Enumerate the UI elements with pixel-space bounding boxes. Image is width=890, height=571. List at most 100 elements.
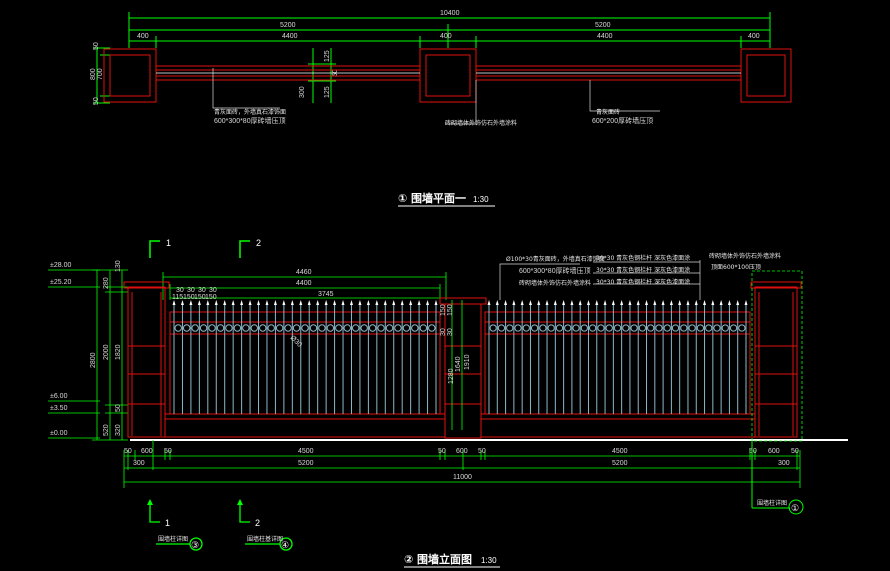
elev-dim-2800: 2800	[90, 352, 97, 368]
fence-right-spear-tip	[645, 300, 649, 305]
fence-left-spear-tip	[333, 300, 337, 305]
fence-left-spear-tip	[349, 300, 353, 305]
elev-dim-520: 520	[103, 424, 110, 436]
fence-right-spear-tip	[669, 300, 673, 305]
fence-right-spear-tip	[528, 300, 532, 305]
bdim-4500b: 4500	[612, 448, 628, 455]
plan-dim-pier-mid: 400	[440, 33, 452, 40]
elev-note-a2: 600*300*80厚砖墙压顶	[519, 266, 591, 275]
plan-note-3: 青灰面砖	[596, 108, 620, 116]
plan-title: 围墙平面一	[411, 191, 466, 205]
bdim-600a: 600	[141, 448, 153, 455]
section-marker-1	[149, 240, 160, 258]
plan-dim-125-bottom: 125	[324, 86, 331, 98]
fence-left-ring	[242, 324, 250, 332]
fence-right-ring	[647, 324, 655, 332]
fence-right-spear-tip	[578, 300, 582, 305]
fence-left-ring	[335, 324, 343, 332]
right-mark-label: 围墙柱详图	[757, 499, 787, 507]
level-25: ±25.20	[50, 279, 71, 286]
fence-right-ring	[738, 324, 746, 332]
elev-dim-130: 130	[115, 260, 122, 272]
fence-right-spear-tip	[586, 300, 590, 305]
elev-note-a3: 砖砌墙体外饰仿石外墙涂料	[519, 279, 591, 287]
fence-right-spear-tip	[653, 300, 657, 305]
elev-note-b3: 30*30 青灰色钢栏杆 深灰色漆面涂	[596, 278, 690, 286]
bottom-mark-2-label: 围墙柱基详图	[247, 535, 283, 543]
fence-right-spear-tip	[661, 300, 665, 305]
fence-left-spear-tip	[231, 300, 235, 305]
fence-right-ring	[680, 324, 688, 332]
fence-right-ring	[597, 324, 605, 332]
level-0: ±0.00	[50, 430, 68, 437]
fence-left-ring	[377, 324, 385, 332]
fence-left-ring	[394, 324, 402, 332]
bdim-50b: 50	[164, 448, 172, 455]
elev-dim-30d: 30	[209, 287, 217, 294]
fence-right-spear-tip	[620, 300, 624, 305]
elev-dim-3745: 3745	[318, 291, 334, 298]
fence-right-ring	[580, 324, 588, 332]
plan-dim-depth-total: 800	[90, 68, 97, 80]
fence-left-spear-tip	[400, 300, 404, 305]
bdim-50f: 50	[791, 448, 799, 455]
elev-dim-115: 115	[172, 294, 183, 301]
fence-right-ring	[489, 324, 497, 332]
elev-dim-30c: 30	[198, 287, 206, 294]
fence-left-ring	[208, 324, 216, 332]
section-mark-1-label: 1	[166, 238, 171, 248]
fence-left-spear-tip	[307, 300, 311, 305]
fence-left-spear-tip	[392, 300, 396, 305]
bottom-mark-2-ref: ④	[281, 540, 289, 550]
fence-right-ring	[555, 324, 564, 332]
elev-note-b2: 30*30 青灰色钢栏杆 深灰色漆面涂	[596, 266, 690, 274]
elev-note-c2: 顶面600*100压顶	[711, 264, 761, 271]
bottom-marker-1-arrow	[147, 499, 153, 505]
elevation-piers	[123, 281, 802, 439]
right-mark-ref: ①	[791, 503, 799, 513]
fence-left-ring	[267, 324, 275, 332]
plan-dim-pier-right: 400	[748, 33, 760, 40]
bdim-5200a: 5200	[298, 460, 314, 467]
bdim-50a: 50	[124, 448, 132, 455]
fence-left-ring	[428, 324, 436, 332]
fence-left-spear-tip	[366, 300, 370, 305]
fence-right-ring	[522, 324, 530, 332]
fence-left-spear-tip	[240, 300, 244, 305]
fence-right-spear-tip	[487, 300, 491, 305]
fence-right-spear-tip	[545, 300, 549, 305]
bottom-mark-1-ref: ③	[191, 540, 199, 550]
bottom-mark-1-num: 1	[165, 518, 170, 528]
plan-dim-half-right: 5200	[595, 22, 611, 29]
fence-left-spear-tip	[223, 300, 227, 305]
fence-left-ring	[259, 324, 267, 332]
fence-right-ring	[729, 324, 738, 332]
fence-left-ring	[351, 324, 360, 332]
fence-left-spear-tip	[341, 300, 345, 305]
bdim-300a: 300	[133, 460, 145, 467]
fence-right-spear-tip	[512, 300, 516, 305]
fence-right-spear-tip	[603, 300, 607, 305]
fence-right-ring	[638, 324, 647, 332]
fence-left-ring	[199, 324, 208, 332]
fence-right-ring	[613, 324, 622, 332]
fence-left-ring	[275, 324, 284, 332]
fence-left-ring	[284, 324, 292, 332]
fence-right-ring	[506, 324, 514, 332]
elevation-title: 围墙立面图	[417, 552, 472, 566]
fence-left-spear-tip	[290, 300, 294, 305]
elevation-left-dims	[92, 269, 128, 441]
fence-right-ring	[630, 324, 638, 332]
fence-right-ring	[705, 324, 713, 332]
bottom-mark-1-label: 围墙柱详图	[158, 535, 188, 543]
bdim-4500a: 4500	[298, 448, 314, 455]
fence-left-ring	[419, 324, 428, 332]
fence-right-spear-tip	[628, 300, 632, 305]
fence-left-ring	[402, 324, 411, 332]
elev-inner-30b: 30	[447, 328, 454, 336]
elev-dim-50: 50	[115, 404, 122, 412]
elev-dim-30a: 30	[176, 287, 184, 294]
plan-dim-125-top: 125	[324, 50, 331, 62]
fence-right-spear-tip	[495, 300, 499, 305]
fence-right-ring	[539, 324, 547, 332]
